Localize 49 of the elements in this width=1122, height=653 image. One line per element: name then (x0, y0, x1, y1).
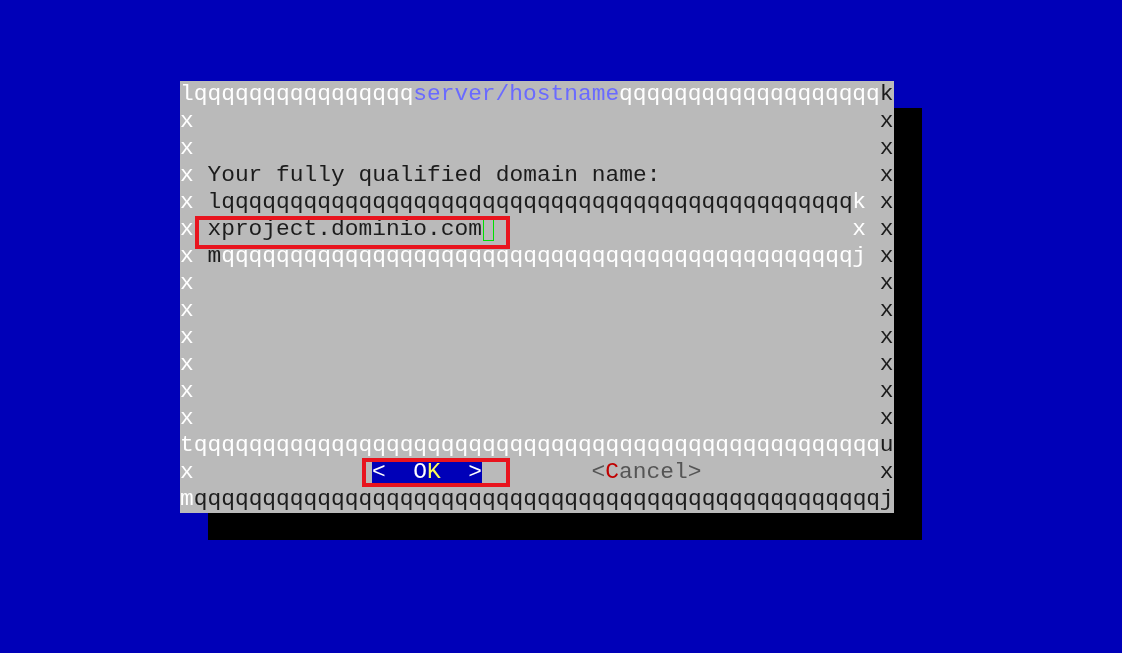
border-line: qqqqqqqqqqqqqqqq (193, 81, 414, 108)
cancel-button[interactable]: <Cancel> (591, 459, 702, 486)
border-line: qqqqqqqqqqqqqqqqqqqqqqqqqqqqqqqqqqqqqqqqqqqqqq (221, 189, 853, 216)
border-char: x (180, 378, 194, 405)
border-char: x (879, 297, 894, 324)
prompt-text: Your fully qualified domain name: (207, 162, 661, 189)
border-line: qqqqqqqqqqqqqqqqqqqqqqqqqqqqqqqqqqqqqqqqqqqqqq (221, 243, 853, 270)
border-char: x (180, 405, 194, 432)
border-char: x (879, 243, 894, 270)
border-char: x (180, 297, 194, 324)
dialog-title: server/hostname (413, 81, 619, 108)
border-char: l (180, 81, 194, 108)
border-char: x (879, 405, 894, 432)
border-char: j (879, 486, 894, 513)
border-char: x (879, 162, 894, 189)
border-char: x (180, 243, 194, 270)
border-char: x (180, 351, 194, 378)
border-line: qqqqqqqqqqqqqqqqqqqqqqqqqqqqqqqqqqqqqqqqqqqqqqqqqq (193, 486, 880, 513)
border-char: l (207, 189, 222, 216)
border-char: x (180, 189, 194, 216)
border-char: m (207, 243, 222, 270)
border-char: k (879, 81, 894, 108)
border-char: x (879, 270, 894, 297)
text-cursor (483, 218, 494, 241)
border-char: x (879, 459, 894, 486)
border-char: x (879, 324, 894, 351)
border-char: x (879, 189, 894, 216)
border-char: x (879, 135, 894, 162)
border-char: x (879, 378, 894, 405)
border-char: x (180, 135, 194, 162)
border-char: x (180, 324, 194, 351)
border-char: x (879, 108, 894, 135)
border-char: k (852, 189, 866, 216)
border-line: qqqqqqqqqqqqqqqqqqqqqqqqqqqqqqqqqqqqqqqqqqqqqqqqqq (193, 432, 880, 459)
border-line: qqqqqqqqqqqqqqqqqqq (619, 81, 880, 108)
border-char: m (180, 486, 194, 513)
border-char: x (180, 459, 194, 486)
border-char: x (852, 216, 866, 243)
input-field[interactable]: project.dominio.com (221, 216, 496, 243)
border-char: x (879, 351, 894, 378)
border-char: x (879, 216, 894, 243)
border-char: x (180, 216, 194, 243)
border-char: j (852, 243, 866, 270)
border-char: x (207, 216, 222, 243)
border-char: t (180, 432, 194, 459)
border-char: x (180, 108, 194, 135)
border-char: u (879, 432, 894, 459)
border-char: x (180, 270, 194, 297)
border-char: x (180, 162, 194, 189)
